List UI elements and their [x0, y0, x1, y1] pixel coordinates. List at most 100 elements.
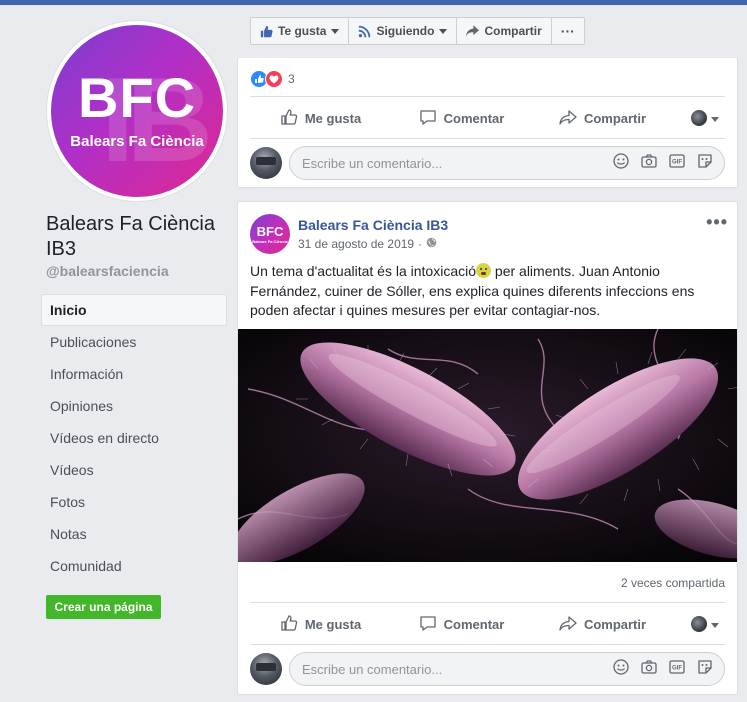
sticker-icon[interactable]	[696, 152, 714, 175]
like-button[interactable]: Me gusta	[250, 614, 391, 635]
like-button[interactable]: Me gusta	[250, 108, 391, 129]
page-action-bar: Te gusta Siguiendo Compartir ···	[250, 17, 585, 45]
sidebar-item-notas[interactable]: Notas	[41, 518, 227, 550]
comment-button[interactable]: Comentar	[391, 108, 532, 129]
avatar	[691, 616, 707, 632]
post-text-part1: Un tema d'actualitat és la intoxicació	[250, 263, 477, 279]
heart-icon	[265, 70, 283, 88]
sidebar-item-informacion[interactable]: Información	[41, 358, 227, 390]
post-author-avatar[interactable]: BFC Balears Fa Ciència	[250, 214, 290, 254]
comment-label: Comentar	[443, 110, 505, 126]
page-handle[interactable]: @balearsfaciencia	[46, 263, 169, 279]
sidebar-item-fotos[interactable]: Fotos	[41, 486, 227, 518]
divider	[250, 644, 725, 645]
comment-tools: GIF	[612, 152, 714, 175]
post-author-name[interactable]: Balears Fa Ciència IB3	[298, 217, 448, 233]
post-as-selector[interactable]	[673, 615, 725, 633]
post-meta: 31 de agosto de 2019 ·	[298, 237, 437, 251]
share-count[interactable]: 2 veces compartida	[621, 576, 725, 590]
comment-icon	[419, 614, 437, 635]
reaction-count: 3	[288, 72, 295, 86]
gif-icon[interactable]: GIF	[668, 658, 686, 681]
reactions-summary[interactable]: 3	[250, 70, 295, 88]
following-button[interactable]: Siguiendo	[349, 18, 458, 44]
avatar-logo-subtext: Balears Fa Ciència	[252, 239, 288, 244]
sidebar-item-videos-en-directo[interactable]: Vídeos en directo	[41, 422, 227, 454]
sidebar-item-publicaciones[interactable]: Publicaciones	[41, 326, 227, 358]
divider	[250, 602, 725, 603]
post-text: Un tema d'actualitat és la intoxicació p…	[250, 262, 725, 321]
gif-icon[interactable]: GIF	[668, 152, 686, 175]
camera-icon[interactable]	[640, 658, 658, 681]
comment-button[interactable]: Comentar	[391, 614, 532, 635]
divider	[250, 96, 725, 97]
like-label: Me gusta	[304, 110, 362, 126]
chevron-down-icon	[439, 28, 448, 34]
post-actions: Me gusta Comentar Compartir	[250, 604, 725, 644]
avatar	[250, 653, 282, 685]
share-label: Compartir	[583, 110, 647, 126]
following-label: Siguiendo	[376, 24, 435, 38]
rss-icon	[358, 25, 371, 38]
post-date[interactable]: 31 de agosto de 2019	[298, 237, 414, 251]
avatar	[250, 147, 282, 179]
sick-face-emoji-icon	[476, 263, 492, 278]
smiley-icon[interactable]	[612, 658, 630, 681]
sidebar-item-videos[interactable]: Vídeos	[41, 454, 227, 486]
avatar	[691, 110, 707, 126]
chevron-down-icon	[711, 109, 719, 127]
post-card: BFC Balears Fa Ciència Balears Fa Ciènci…	[237, 201, 738, 695]
comment-tools: GIF	[612, 658, 714, 681]
avatar-logo-text: BFC	[256, 224, 284, 239]
thumbs-up-icon	[260, 25, 273, 38]
post-image-bacteria[interactable]	[238, 329, 737, 562]
more-options-button[interactable]: ···	[552, 18, 584, 44]
page-profile-picture[interactable]: IB BFC Balears Fa Ciència	[46, 20, 228, 202]
sidebar-nav: Inicio Publicaciones Información Opinion…	[41, 294, 227, 582]
comment-input[interactable]: Escribe un comentario... GIF	[289, 652, 725, 686]
logo-title: BFC	[77, 66, 197, 129]
comment-placeholder: Escribe un comentario...	[302, 661, 443, 677]
thumbs-up-icon	[280, 614, 298, 635]
like-page-label: Te gusta	[278, 24, 327, 38]
share-arrow-icon	[466, 25, 480, 37]
comment-icon	[419, 108, 437, 129]
meta-separator: ·	[418, 237, 423, 251]
share-arrow-icon	[559, 109, 577, 128]
share-arrow-icon	[559, 615, 577, 634]
chevron-down-icon	[711, 615, 719, 633]
post-actions: Me gusta Comentar Compartir	[250, 98, 725, 138]
thumbs-up-icon	[280, 108, 298, 129]
share-button[interactable]: Compartir	[532, 109, 673, 128]
post-as-selector[interactable]	[673, 109, 725, 127]
camera-icon[interactable]	[640, 152, 658, 175]
create-page-button[interactable]: Crear una página	[46, 595, 161, 619]
logo-subtitle: Balears Fa Ciència	[70, 133, 204, 150]
comment-input[interactable]: Escribe un comentario... GIF	[289, 146, 725, 180]
like-page-button[interactable]: Te gusta	[251, 18, 350, 44]
comment-placeholder: Escribe un comentario...	[302, 155, 443, 171]
more-dots-icon: ···	[560, 23, 575, 39]
sidebar-item-inicio[interactable]: Inicio	[41, 294, 227, 326]
share-label: Compartir	[583, 616, 647, 632]
share-page-button[interactable]: Compartir	[457, 18, 552, 44]
smiley-icon[interactable]	[612, 152, 630, 175]
share-button[interactable]: Compartir	[532, 615, 673, 634]
sidebar-item-comunidad[interactable]: Comunidad	[41, 550, 227, 582]
svg-text:GIF: GIF	[672, 665, 682, 671]
globe-icon	[426, 237, 437, 251]
sidebar-item-opiniones[interactable]: Opiniones	[41, 390, 227, 422]
like-label: Me gusta	[304, 616, 362, 632]
logo-image: IB BFC Balears Fa Ciència	[51, 25, 223, 197]
post-card-previous: 3 Me gusta Comentar Compartir Escribe un…	[237, 58, 738, 188]
divider	[250, 138, 725, 139]
comment-composer: Escribe un comentario... GIF	[250, 652, 725, 686]
svg-text:GIF: GIF	[672, 159, 682, 165]
comment-label: Comentar	[443, 616, 505, 632]
comment-composer: Escribe un comentario... GIF	[250, 146, 725, 180]
post-options-button[interactable]: •••	[706, 212, 728, 233]
page-name[interactable]: Balears Fa Ciència IB3	[46, 212, 231, 262]
sticker-icon[interactable]	[696, 658, 714, 681]
chevron-down-icon	[331, 28, 340, 34]
share-page-label: Compartir	[484, 24, 542, 38]
